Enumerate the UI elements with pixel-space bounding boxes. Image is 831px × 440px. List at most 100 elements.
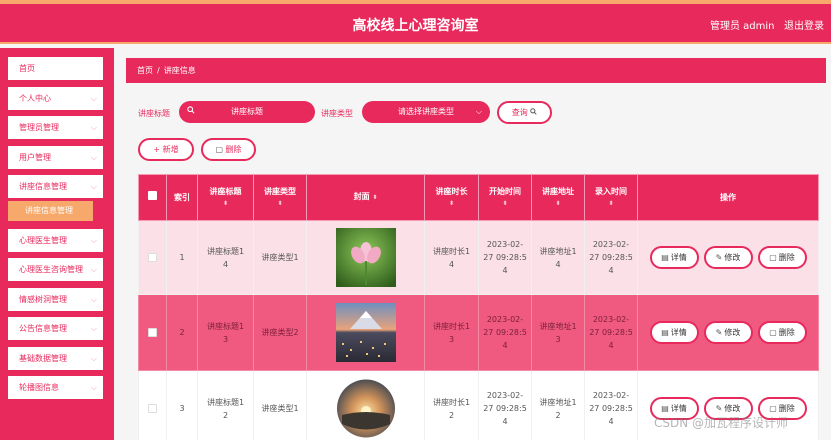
table-row: 1 讲座标题1 4 讲座类型1 讲座时长1 4 2023-02- 27 09:28:5 4 讲座地… [138, 220, 819, 295]
col-start-label: 开始时间 [489, 186, 521, 196]
cell-cover [306, 220, 425, 295]
chevron-down-icon: ⌵ [90, 354, 97, 363]
cell-duration: 讲座时长1 3 [424, 294, 479, 371]
col-address[interactable]: 讲座地址 ⬍ [531, 174, 585, 221]
chevron-down-icon: ⌵ [90, 123, 97, 132]
sidebar-item-doctors[interactable]: 心理医生管理 ⌵ [8, 229, 103, 252]
sort-icon: ⬍ [555, 199, 561, 207]
sidebar-item-profile[interactable]: 个人中心 ⌵ [8, 87, 103, 110]
sidebar-item-home[interactable]: 首页 [8, 57, 103, 80]
trash-icon: ▢ [769, 328, 777, 337]
title-search-input[interactable]: 讲座标题 [179, 101, 315, 123]
detail-label: 详情 [670, 404, 687, 413]
sort-icon: ⬍ [608, 199, 614, 207]
cell-start: 2023-02- 27 09:28:5 4 [478, 294, 532, 371]
cell-index: 2 [166, 294, 198, 371]
delete-button[interactable]: ▢ 删除 [757, 321, 807, 344]
cell-start: 2023-02- 27 09:28:5 4 [478, 370, 532, 440]
sidebar-item-label: 讲座信息管理 [19, 182, 67, 191]
col-cover-label: 封面 [353, 192, 370, 201]
sidebar-item-notices[interactable]: 公告信息管理 ⌵ [8, 317, 103, 340]
query-button-label: 查询 [511, 108, 528, 117]
sort-icon: ⬍ [502, 199, 508, 207]
cell-title: 讲座标题1 4 [197, 220, 254, 295]
type-filter-label: 讲座类型 [321, 109, 353, 118]
sort-icon: ⬍ [372, 194, 378, 201]
chevron-down-icon: ⌵ [475, 107, 482, 116]
delete-label: 删除 [778, 404, 795, 413]
sidebar-item-admin[interactable]: 管理员管理 ⌵ [8, 116, 103, 139]
cell-title: 讲座标题1 2 [197, 370, 254, 440]
cell-type: 讲座类型1 [253, 370, 307, 440]
col-index: 索引 [166, 174, 198, 221]
sidebar-item-users[interactable]: 用户管理 ⌵ [8, 146, 103, 169]
col-type[interactable]: 讲座类型 ⬍ [253, 174, 307, 221]
breadcrumb-separator: / [157, 66, 160, 75]
edit-button[interactable]: ✎ 修改 [703, 246, 753, 269]
document-icon: ▤ [661, 328, 669, 337]
detail-button[interactable]: ▤ 详情 [649, 246, 699, 269]
plus-icon: + [153, 145, 161, 154]
cell-type: 讲座类型2 [253, 294, 307, 371]
edit-label: 修改 [724, 404, 741, 413]
cell-type: 讲座类型1 [253, 220, 307, 295]
type-select[interactable]: 请选择讲座类型 ⌵ [362, 101, 490, 123]
lecture-table: 索引 讲座标题 ⬍ 讲座类型 ⬍ 封面 ⬍ 讲座时长 ⬍ 开始时间 ⬍ 讲座地址 ⬍ 录入… [138, 174, 819, 440]
sidebar-item-lectures[interactable]: 讲座信息管理 ⌵ [8, 175, 103, 198]
cell-title: 讲座标题1 3 [197, 294, 254, 371]
query-button[interactable]: 查询 [497, 101, 552, 124]
row-checkbox[interactable] [148, 404, 157, 413]
batch-delete-button[interactable]: ▢ 删除 [201, 138, 256, 161]
edit-button[interactable]: ✎ 修改 [703, 321, 753, 344]
row-select-cell [138, 294, 167, 371]
trash-icon: ▢ [215, 145, 223, 154]
sidebar-item-label: 个人中心 [19, 94, 51, 103]
sidebar-item-label: 轮播图信息 [19, 383, 59, 392]
title-search-placeholder: 讲座标题 [231, 107, 263, 116]
sidebar-item-basedata[interactable]: 基础数据管理 ⌵ [8, 347, 103, 370]
edit-label: 修改 [724, 253, 741, 262]
breadcrumb-current: 讲座信息 [163, 66, 196, 75]
col-cover[interactable]: 封面 ⬍ [306, 174, 425, 221]
chevron-down-icon: ⌵ [90, 94, 97, 103]
sidebar-item-label: 管理员管理 [19, 123, 59, 132]
document-icon: ▤ [661, 253, 669, 262]
sidebar-item-carousel[interactable]: 轮播图信息 ⌵ [8, 376, 103, 399]
pencil-icon: ✎ [715, 328, 723, 337]
logout-link[interactable]: 退出登录 [784, 17, 824, 32]
app-header: 高校线上心理咨询室 管理员 admin 退出登录 [0, 0, 831, 44]
sort-icon: ⬍ [277, 199, 283, 207]
col-start[interactable]: 开始时间 ⬍ [478, 174, 532, 221]
sidebar-item-treehole[interactable]: 情感树洞管理 ⌵ [8, 288, 103, 311]
sidebar-item-label: 情感树洞管理 [19, 295, 67, 304]
trash-icon: ▢ [769, 404, 777, 413]
type-select-placeholder: 请选择讲座类型 [398, 107, 454, 116]
row-checkbox[interactable] [148, 328, 157, 337]
detail-button[interactable]: ▤ 详情 [649, 321, 699, 344]
col-type-label: 讲座类型 [264, 186, 296, 196]
select-all-checkbox[interactable] [148, 191, 157, 200]
delete-button[interactable]: ▢ 删除 [757, 246, 807, 269]
cell-address: 讲座地址1 4 [531, 220, 585, 295]
search-icon [187, 101, 195, 123]
cell-address: 讲座地址1 2 [531, 370, 585, 440]
cell-cover [306, 370, 425, 440]
breadcrumb-home[interactable]: 首页 [137, 66, 153, 75]
cell-address: 讲座地址1 3 [531, 294, 585, 371]
sidebar-item-label: 心理医生管理 [19, 236, 67, 245]
sidebar-item-consultations[interactable]: 心理医生咨询管理 ⌵ [8, 258, 103, 281]
pencil-icon: ✎ [715, 253, 723, 262]
col-entry[interactable]: 录入时间 ⬍ [584, 174, 638, 221]
cell-ops: ▤ 详情 ✎ 修改 ▢ 删除 [637, 294, 819, 371]
col-title[interactable]: 讲座标题 ⬍ [197, 174, 254, 221]
sidebar-item-label: 基础数据管理 [19, 354, 67, 363]
row-checkbox[interactable] [148, 253, 157, 262]
sidebar: 首页 个人中心 ⌵ 管理员管理 ⌵ 用户管理 ⌵ 讲座信息管理 ⌵ 讲座信息管理… [0, 48, 114, 440]
cell-index: 3 [166, 370, 198, 440]
add-button[interactable]: + 新增 [138, 138, 194, 161]
sidebar-subitem-lecture-management[interactable]: 讲座信息管理 [8, 201, 93, 221]
col-duration[interactable]: 讲座时长 ⬍ [424, 174, 479, 221]
batch-delete-label: 删除 [225, 145, 242, 154]
cover-image [335, 379, 396, 438]
col-entry-label: 录入时间 [595, 186, 627, 196]
